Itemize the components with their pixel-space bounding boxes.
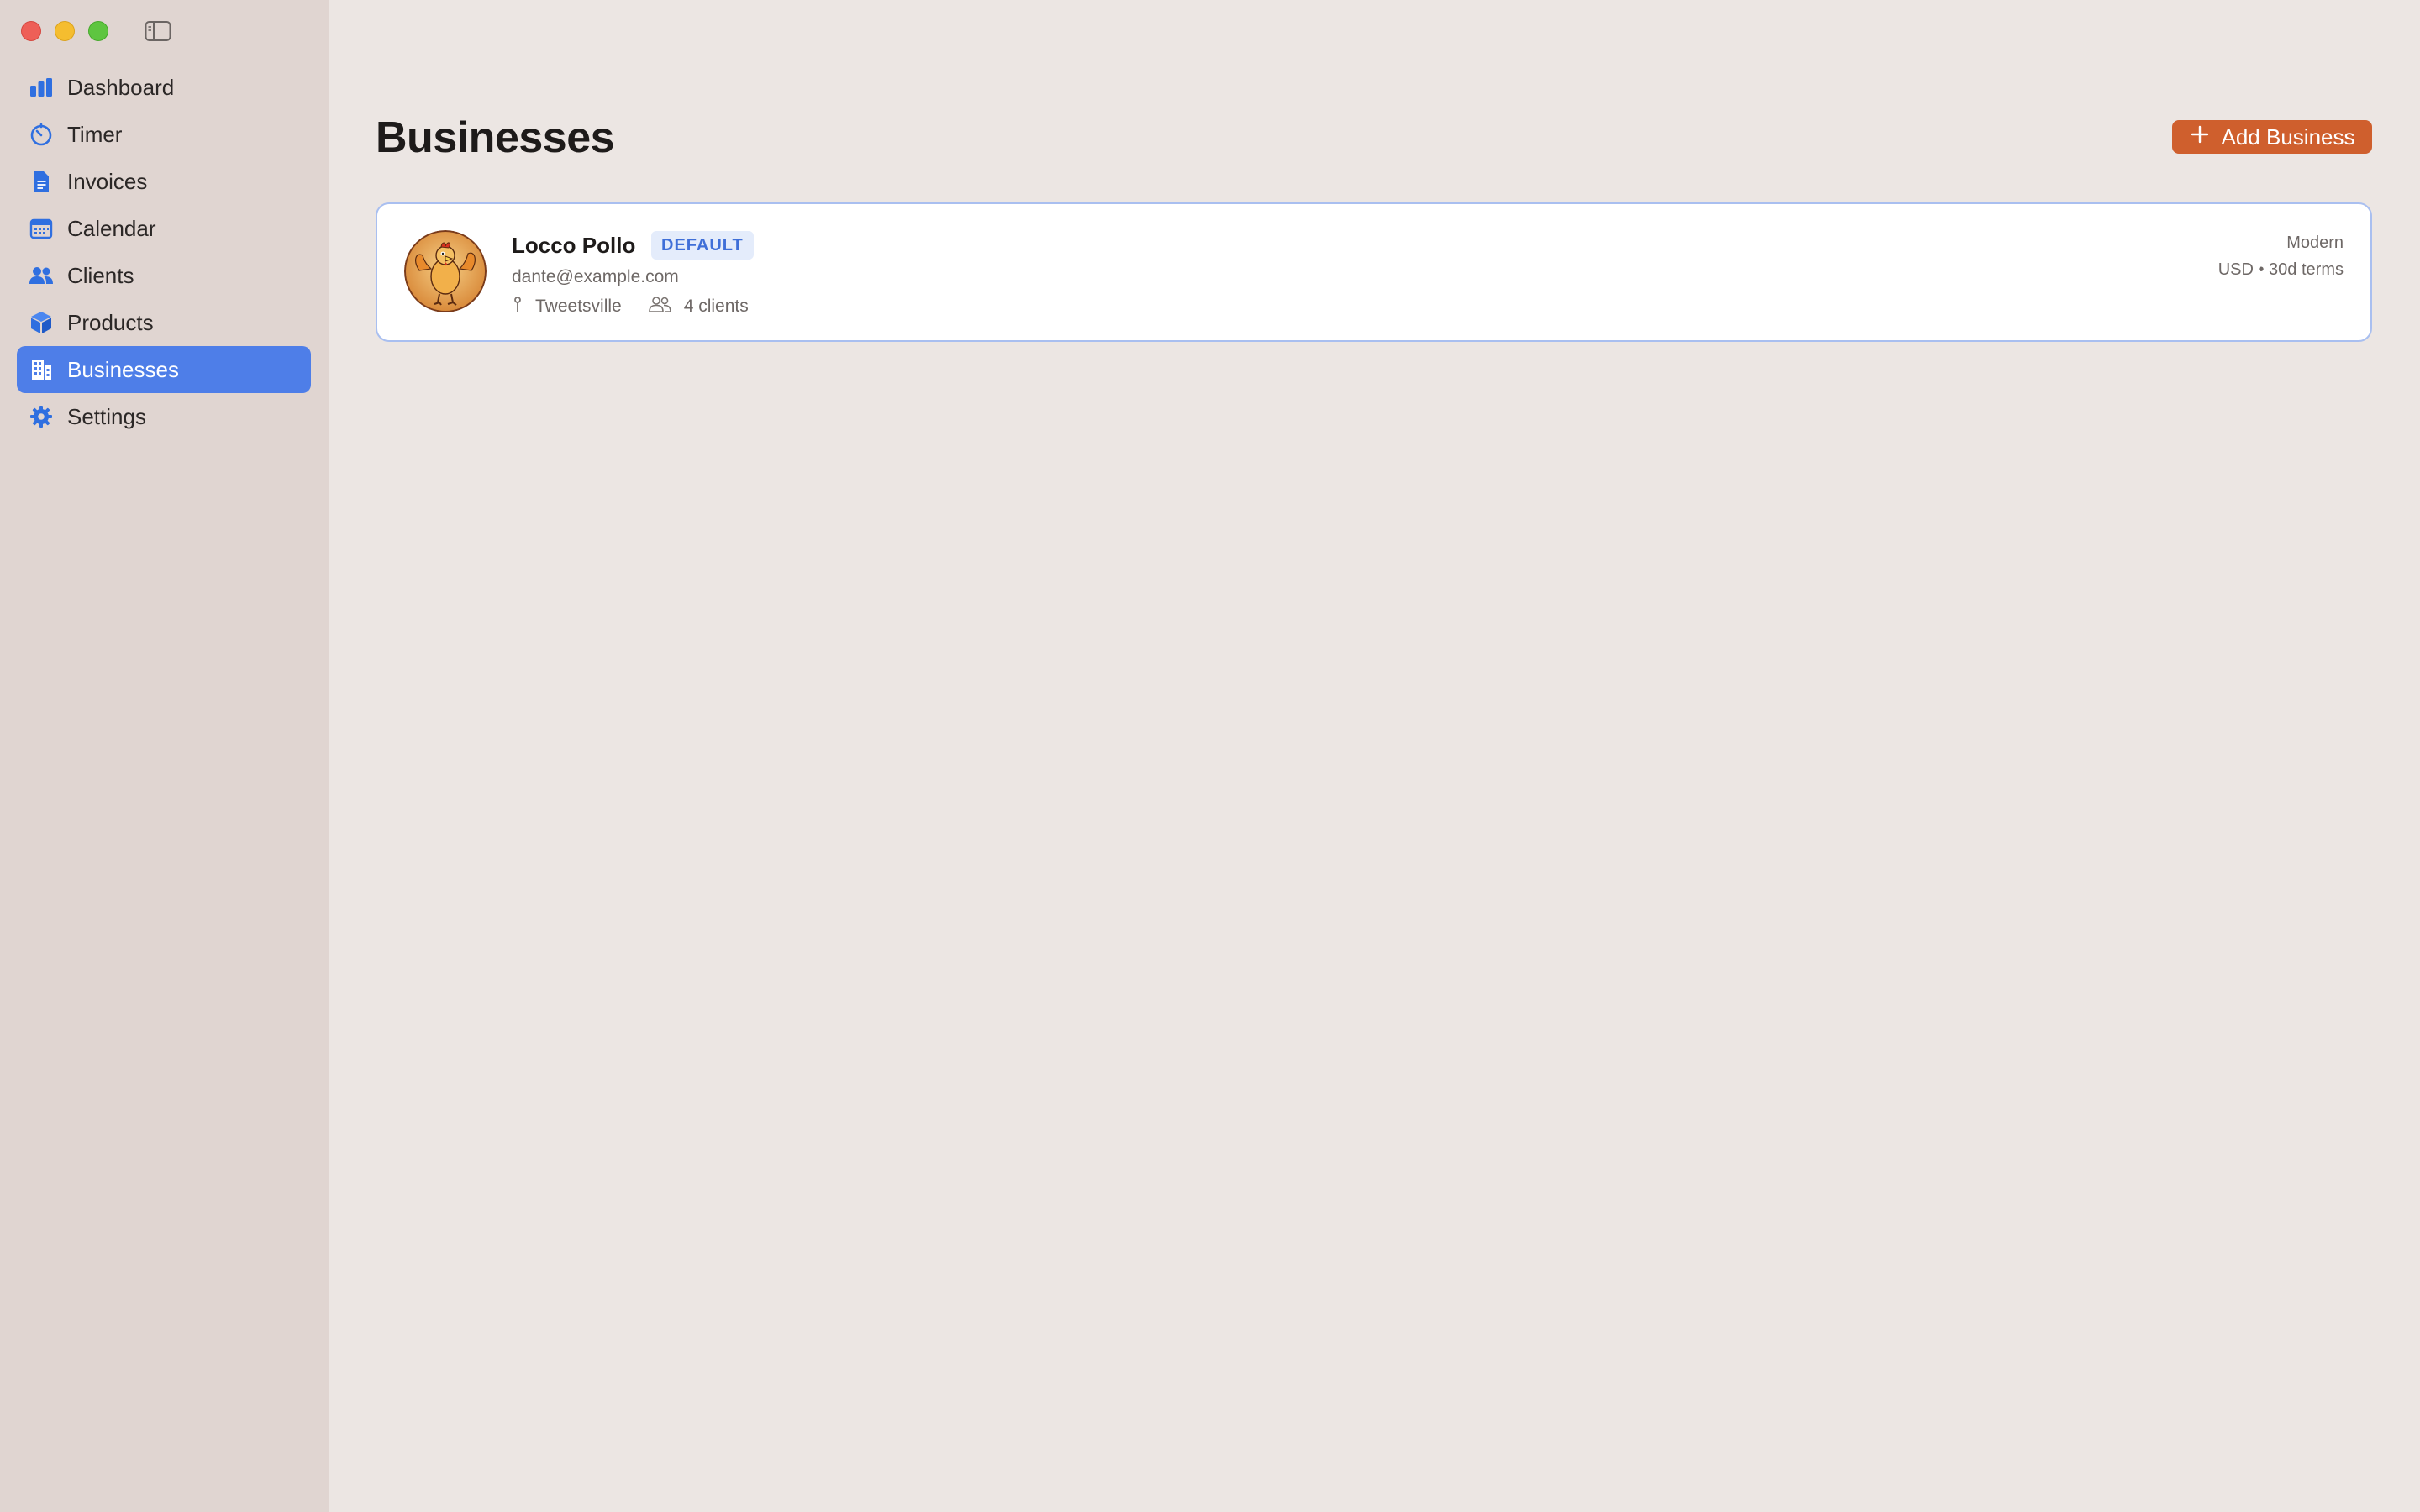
sidebar-item-label: Clients: [67, 262, 134, 288]
plus-icon: [2190, 124, 2210, 150]
sidebar-item-clients[interactable]: Clients: [17, 252, 311, 299]
sidebar-item-products[interactable]: Products: [17, 299, 311, 346]
building-icon: [29, 357, 54, 382]
sidebar-item-label: Businesses: [67, 356, 179, 382]
sidebar: Dashboard Timer Invoices Calendar Client…: [0, 0, 329, 1512]
sidebar-item-label: Settings: [67, 403, 146, 429]
business-client-count: 4 clients: [683, 297, 749, 316]
sidebar-item-label: Products: [67, 309, 154, 335]
box-icon: [29, 310, 54, 335]
pin-icon: [512, 295, 535, 318]
currency-terms: USD • 30d terms: [2217, 260, 2344, 279]
add-business-button[interactable]: Add Business: [2172, 120, 2372, 154]
business-email: dante@example.com: [512, 267, 679, 286]
business-card[interactable]: Locco Pollo DEFAULT dante@example.com Tw…: [376, 202, 2372, 342]
business-name: Locco Pollo: [512, 233, 636, 258]
business-location: Tweetsville: [535, 297, 622, 316]
minimize-window-button[interactable]: [55, 21, 75, 41]
sidebar-item-dashboard[interactable]: Dashboard: [17, 64, 311, 111]
people-outline-icon: [647, 295, 684, 318]
chart-bar-icon: [29, 75, 54, 100]
sidebar-item-calendar[interactable]: Calendar: [17, 205, 311, 252]
sidebar-item-invoices[interactable]: Invoices: [17, 158, 311, 205]
add-business-label: Add Business: [2221, 123, 2355, 150]
close-window-button[interactable]: [21, 21, 41, 41]
sidebar-toggle-icon[interactable]: [145, 20, 171, 42]
sidebar-item-label: Dashboard: [67, 74, 175, 100]
business-settings-summary: Modern USD • 30d terms: [2218, 229, 2344, 283]
gear-icon: [29, 404, 54, 429]
document-icon: [29, 169, 54, 194]
invoice-template: Modern: [2286, 234, 2344, 252]
sidebar-item-label: Calendar: [67, 215, 156, 241]
business-logo: [404, 230, 487, 312]
timer-icon: [29, 122, 54, 147]
sidebar-item-settings[interactable]: Settings: [17, 393, 311, 440]
sidebar-nav: Dashboard Timer Invoices Calendar Client…: [17, 64, 311, 440]
sidebar-item-businesses[interactable]: Businesses: [17, 346, 311, 393]
default-badge: DEFAULT: [651, 231, 754, 260]
sidebar-item-label: Invoices: [67, 168, 148, 194]
sidebar-item-timer[interactable]: Timer: [17, 111, 311, 158]
page-title: Businesses: [376, 113, 615, 162]
people-icon: [29, 263, 54, 288]
business-meta: Tweetsville 4 clients: [512, 295, 749, 318]
zoom-window-button[interactable]: [88, 21, 108, 41]
sidebar-item-label: Timer: [67, 121, 123, 147]
calendar-icon: [29, 216, 54, 241]
